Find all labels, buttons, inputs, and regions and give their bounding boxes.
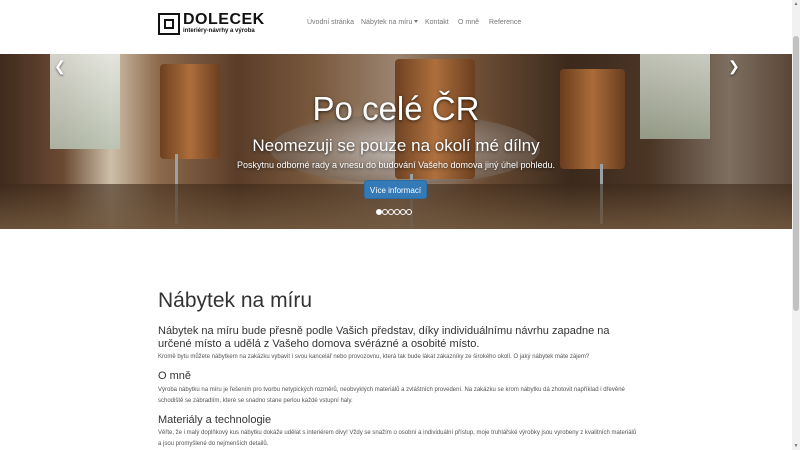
nav-item-contact[interactable]: Kontakt (425, 19, 449, 26)
carousel-text: Poskytnu odborné rady a vnesu do budován… (236, 160, 556, 170)
section-text-about: Výroba nábytku na míru je řešením pro tv… (158, 387, 625, 404)
logo-mark-icon (158, 13, 180, 35)
section-text-materials: Věřte, že i malý doplňkový kus nábytku d… (158, 430, 637, 447)
brand-logo[interactable]: DOLECEK interiéry-návrhy a výroba (158, 11, 265, 37)
chevron-left-icon[interactable]: ❮ (54, 58, 66, 75)
chevron-right-icon[interactable]: ❯ (728, 58, 740, 75)
brand-name: DOLECEK (183, 11, 265, 28)
brand-tagline: interiéry-návrhy a výroba (183, 28, 255, 34)
caret-down-icon (414, 20, 419, 23)
nav-item-about[interactable]: O mně (458, 19, 479, 26)
carousel-subtitle: Neomezuji se pouze na okolí mé dílny (252, 136, 540, 155)
section-heading-materials: Materiály a technologie (158, 414, 272, 426)
nav-item-custom-furniture-label: Nábytek na míru (361, 19, 413, 26)
carousel-indicator[interactable] (406, 209, 412, 215)
nav-item-custom-furniture[interactable]: Nábytek na míru (361, 19, 419, 26)
carousel-title: Po celé ČR (312, 90, 480, 127)
lead-paragraph: Nábytek na míru bude přesně podle Vašich… (158, 325, 610, 350)
more-info-button[interactable]: Více informací (364, 180, 427, 199)
scroll-up-icon[interactable]: ▲ (792, 0, 800, 8)
scrollbar-thumb[interactable] (793, 36, 799, 311)
nav-item-home[interactable]: Úvodní stránka (307, 19, 354, 26)
hero-carousel: ❮ ❯ Po celé ČR Neomezuji se pouze na oko… (0, 54, 792, 229)
nav-item-references[interactable]: Reference (489, 19, 521, 26)
navbar: DOLECEK interiéry-návrhy a výroba Úvodní… (0, 0, 792, 55)
page-title: Nábytek na míru (158, 289, 313, 312)
intro-paragraph: Kromě bytu můžete nábytkem na zakázku vy… (158, 354, 590, 360)
scroll-down-icon[interactable]: ▼ (792, 442, 800, 450)
section-heading-about: O mně (158, 370, 192, 382)
